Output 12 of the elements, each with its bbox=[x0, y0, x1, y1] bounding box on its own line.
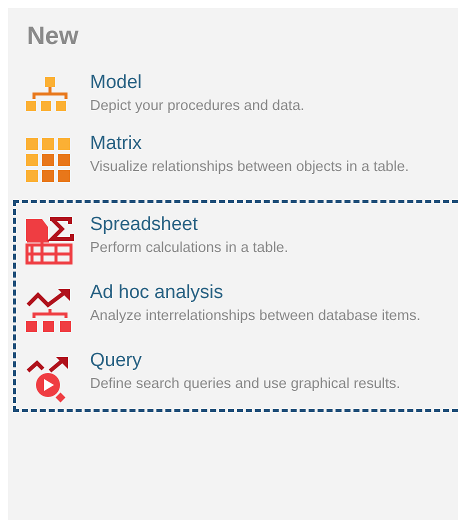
item-description: Depict your procedures and data. bbox=[90, 97, 304, 116]
item-description: Perform calculations in a table. bbox=[90, 239, 288, 258]
item-title-link[interactable]: Model bbox=[90, 71, 304, 95]
item-description: Define search queries and use graphical results. bbox=[90, 375, 400, 394]
item-title-link[interactable]: Spreadsheet bbox=[90, 213, 288, 237]
item-description: Analyze interrelationships between database items. bbox=[90, 307, 420, 326]
item-description: Visualize relationships between objects in a table. bbox=[90, 158, 409, 177]
item-title-link[interactable]: Query bbox=[90, 349, 400, 373]
spreadsheet-sum-icon bbox=[24, 217, 76, 267]
item-title-link[interactable]: Ad hoc analysis bbox=[90, 281, 420, 305]
item-title-link[interactable]: Matrix bbox=[90, 132, 409, 156]
section-heading: New bbox=[27, 22, 80, 51]
